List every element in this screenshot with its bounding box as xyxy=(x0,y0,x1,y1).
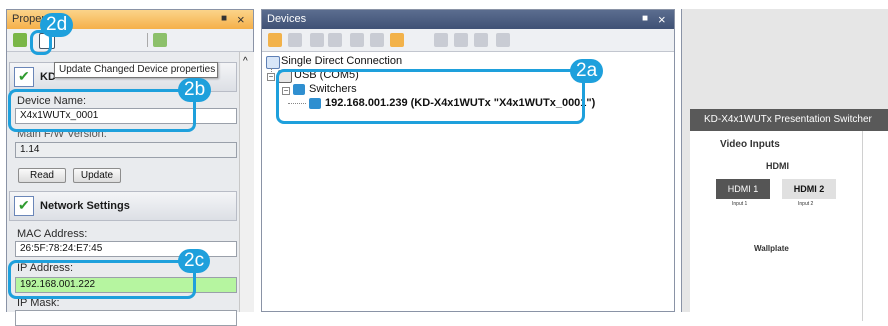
users-icon[interactable] xyxy=(310,33,324,47)
hdmi2-button[interactable]: HDMI 2 xyxy=(782,179,836,199)
wallplate-label: Wallplate xyxy=(754,244,789,253)
network-section-header[interactable]: Network Settings xyxy=(9,191,237,221)
pin-icon[interactable]: ■ xyxy=(642,13,648,24)
network-icon[interactable] xyxy=(390,33,404,47)
devices-pane: Devices ■ × Single Direct Connection − U… xyxy=(261,9,675,312)
web-header: KD-X4x1WUTx Presentation Switcher xyxy=(690,109,888,131)
properties-scrollbar[interactable]: ^ xyxy=(239,52,254,312)
monitor-icon[interactable] xyxy=(434,33,448,47)
scroll-up-arrow[interactable]: ^ xyxy=(243,56,248,67)
add-connection-icon[interactable] xyxy=(268,33,282,47)
fw-version-field: 1.14 xyxy=(15,142,237,158)
edit-icon[interactable] xyxy=(454,33,468,47)
devices-title: Devices xyxy=(267,13,307,25)
check-icon xyxy=(14,67,34,87)
hdmi-label: HDMI xyxy=(766,161,789,171)
export-icon[interactable] xyxy=(153,33,167,47)
refresh-icon[interactable] xyxy=(13,33,27,47)
connection-icon xyxy=(266,56,280,69)
devices-title-bar: Devices ■ × xyxy=(262,10,674,29)
callout-2b-box xyxy=(8,89,196,132)
hdmi1-button[interactable]: HDMI 1 xyxy=(716,179,770,199)
callout-2c-badge: 2c xyxy=(178,249,211,273)
read-button[interactable]: Read xyxy=(18,168,66,183)
tree-node-root[interactable]: Single Direct Connection xyxy=(281,55,402,67)
grid-icon[interactable] xyxy=(288,33,302,47)
mac-address-label: MAC Address: xyxy=(17,228,88,240)
device-icon[interactable] xyxy=(350,33,364,47)
video-inputs-label: Video Inputs xyxy=(720,139,780,150)
web-config-pane: KD-X4x1WUTx Presentation Switcher Video … xyxy=(681,9,888,321)
toolbar-divider xyxy=(147,33,148,47)
users-add-icon[interactable] xyxy=(328,33,342,47)
collapse-toggle[interactable]: − xyxy=(267,73,275,81)
callout-2b-badge: 2b xyxy=(178,78,212,102)
ip-mask-field[interactable] xyxy=(15,310,237,326)
input1-label: Input 1 xyxy=(732,201,748,207)
update-button[interactable]: Update xyxy=(73,168,121,183)
callout-2a-badge: 2a xyxy=(570,59,604,83)
list-icon[interactable] xyxy=(496,33,510,47)
callout-2c-box xyxy=(8,260,196,299)
web-body: Video Inputs HDMI HDMI 1 HDMI 2 Input 1 … xyxy=(690,131,888,321)
callout-2a-box xyxy=(276,69,585,124)
tools-icon[interactable] xyxy=(474,33,488,47)
close-icon[interactable]: × xyxy=(658,12,666,27)
tooltip: Update Changed Device properties xyxy=(54,62,218,78)
callout-2d-badge: 2d xyxy=(40,13,74,37)
input2-label: Input 2 xyxy=(798,201,814,207)
network-section-label: Network Settings xyxy=(40,200,130,212)
devices-toolbar xyxy=(262,29,674,52)
divider xyxy=(862,131,863,321)
ip-icon[interactable] xyxy=(370,33,384,47)
close-icon[interactable]: × xyxy=(237,12,245,27)
check-icon xyxy=(14,196,34,216)
pin-icon[interactable]: ■ xyxy=(221,13,227,24)
